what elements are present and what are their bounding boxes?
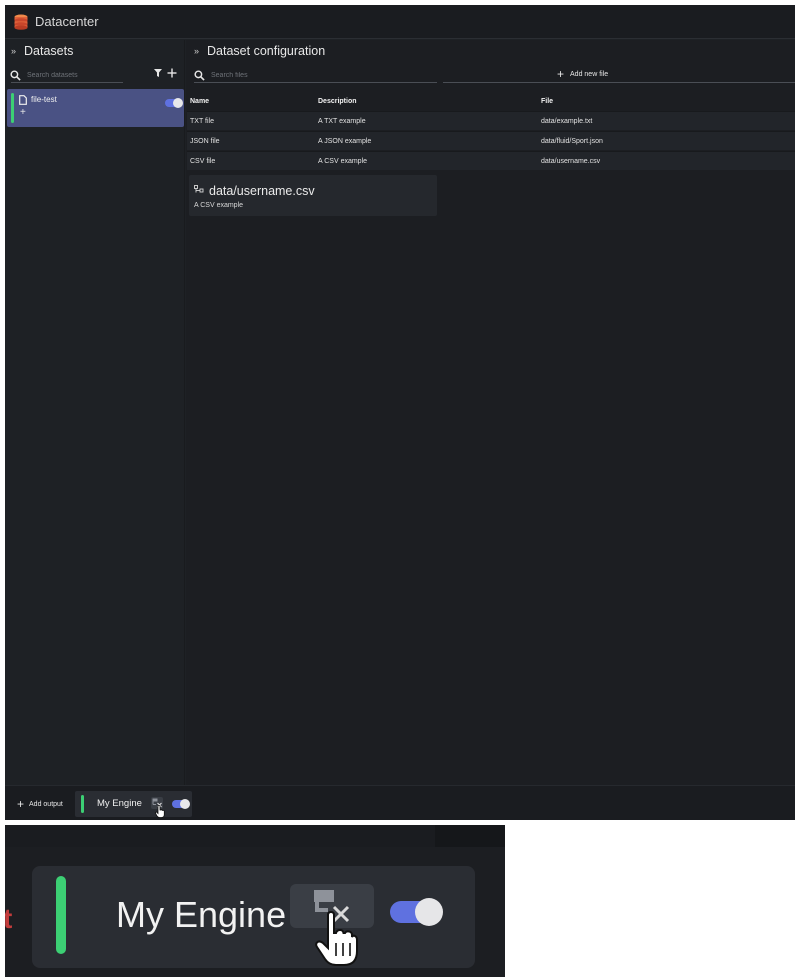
zoomed-engine-inset: t My Engine: [5, 825, 505, 977]
config-panel-title: Dataset configuration: [207, 44, 326, 58]
database-stack-icon: [14, 14, 28, 30]
table-row[interactable]: CSV file A CSV example data/username.csv: [187, 151, 795, 170]
engine-chip-zoomed[interactable]: My Engine: [32, 866, 475, 968]
tree-structure-icon: [194, 185, 204, 193]
file-description: A JSON example: [318, 137, 372, 145]
add-new-file-label: Add new file: [570, 70, 609, 78]
file-preview-card: data/username.csv A CSV example: [189, 175, 437, 216]
engine-label: My Engine: [116, 894, 287, 935]
engine-chip[interactable]: My Engine: [75, 791, 192, 818]
title-bar: Datacenter: [5, 5, 795, 39]
file-description: A CSV example: [318, 157, 368, 165]
table-header: Name Description File: [187, 92, 795, 111]
engine-enabled-toggle[interactable]: [172, 799, 190, 809]
dataset-enabled-toggle[interactable]: [165, 98, 183, 108]
dataset-name: file-test: [31, 95, 57, 104]
engine-status-bar: [81, 795, 84, 813]
datasets-search-input[interactable]: [27, 68, 123, 82]
column-header-name: Name: [190, 98, 210, 105]
file-name: CSV file: [190, 157, 216, 165]
file-path: data/username.csv: [541, 157, 601, 165]
preview-file-description: A CSV example: [194, 202, 244, 209]
filter-icon[interactable]: [154, 69, 162, 77]
datasets-panel-header[interactable]: » Datasets: [11, 43, 73, 59]
inset-edge-text: t: [5, 903, 13, 934]
column-header-file: File: [541, 98, 554, 105]
preview-file-path: data/username.csv: [209, 184, 315, 198]
file-name: JSON file: [190, 137, 220, 145]
dataset-item-file-test[interactable]: file-test +: [7, 89, 184, 127]
add-output-button[interactable]: + Add output: [17, 798, 63, 810]
datasets-search-underline: [11, 82, 123, 83]
file-description: A TXT example: [318, 117, 366, 125]
collapse-chevron-icon[interactable]: »: [11, 46, 16, 56]
file-icon: [19, 95, 27, 105]
collapse-chevron-icon[interactable]: »: [194, 46, 199, 56]
plus-icon: +: [557, 67, 565, 81]
engine-label: My Engine: [97, 798, 142, 809]
hand-pointer-cursor-icon: [315, 911, 358, 966]
config-panel-header[interactable]: » Dataset configuration: [194, 43, 325, 59]
add-dataset-icon[interactable]: [167, 68, 177, 78]
add-new-file-button[interactable]: + Add new file: [557, 67, 608, 81]
file-path: data/example.txt: [541, 117, 593, 125]
datacenter-window: Datacenter » Datasets file-test + »: [5, 5, 795, 820]
search-icon: [194, 69, 205, 81]
toggle-knob: [415, 898, 443, 926]
hand-pointer-cursor-icon: [155, 805, 165, 818]
files-search: [194, 67, 411, 83]
table-row[interactable]: TXT file A TXT example data/example.txt: [187, 111, 795, 130]
inset-top-strip: [5, 825, 505, 847]
datasets-search: [10, 67, 123, 83]
plus-icon: +: [17, 797, 25, 811]
files-search-input[interactable]: [211, 68, 411, 82]
inset-top-strip-right: [435, 825, 505, 847]
engine-enabled-toggle[interactable]: [390, 898, 443, 926]
add-output-label: Add output: [29, 800, 63, 808]
toggle-knob: [180, 799, 190, 809]
add-to-dataset-button[interactable]: +: [20, 108, 26, 118]
toggle-knob: [173, 98, 183, 108]
table-row[interactable]: JSON file A JSON example data/fluid/Spor…: [187, 131, 795, 150]
datasets-panel-title: Datasets: [24, 44, 74, 58]
file-path: data/fluid/Sport.json: [541, 137, 603, 145]
add-file-underline: [443, 82, 795, 83]
file-name: TXT file: [190, 117, 214, 125]
datasets-sidebar: [5, 40, 185, 785]
files-search-underline: [194, 82, 437, 83]
engine-status-bar: [56, 876, 66, 954]
search-icon: [10, 69, 21, 81]
column-header-description: Description: [318, 98, 357, 105]
app-title: Datacenter: [35, 14, 99, 29]
dataset-status-bar: [11, 93, 14, 123]
